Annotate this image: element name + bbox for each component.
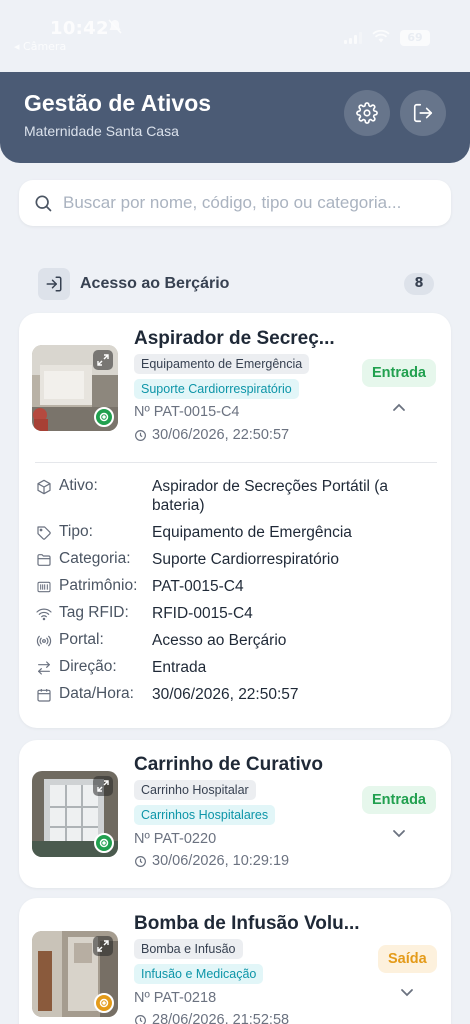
- detail-value: Aspirador de Secreções Portátil (a bater…: [152, 478, 389, 514]
- asset-code: Nº PAT-0218: [134, 990, 216, 1006]
- asset-category-tag: Carrinhos Hospitalares: [134, 805, 276, 825]
- page-title: Gestão de Ativos: [24, 90, 212, 116]
- detail-row-portal: Portal: Acesso ao Berçário: [35, 631, 435, 650]
- section-title: Acesso ao Berçário: [80, 275, 230, 292]
- asset-card[interactable]: Bomba de Infusão Volu... Bomba e Infusão…: [19, 898, 451, 1024]
- exit-status-dot-icon: [94, 993, 114, 1013]
- chevron-down-icon[interactable]: [397, 982, 417, 1002]
- detail-row-patrimonio: Patrimônio: PAT-0015-C4: [35, 577, 435, 596]
- clock-icon: [135, 1014, 146, 1024]
- calendar-icon: [35, 686, 53, 704]
- asset-photo[interactable]: [32, 345, 118, 431]
- chevron-up-icon[interactable]: [389, 397, 409, 417]
- direction-badge: Entrada: [362, 359, 436, 387]
- detail-label: Patrimônio:: [59, 577, 138, 594]
- asset-type-tag: Bomba e Infusão: [134, 939, 243, 959]
- asset-type-tag: Carrinho Hospitalar: [134, 780, 256, 800]
- detail-label: Direção:: [59, 658, 117, 675]
- logout-icon: [413, 103, 433, 123]
- asset-title: Aspirador de Secreç...: [134, 328, 335, 349]
- asset-datetime: 28/06/2026, 21:52:58: [134, 1012, 289, 1024]
- asset-datetime-text: 28/06/2026, 21:52:58: [152, 1012, 290, 1024]
- barcode-icon: [35, 578, 53, 596]
- gear-icon: [356, 102, 378, 124]
- logout-button[interactable]: [400, 90, 446, 136]
- asset-category-tag: Infusão e Medicação: [134, 964, 264, 984]
- broadcast-icon: [35, 632, 53, 650]
- entry-status-dot-icon: [94, 833, 114, 853]
- direction-badge: Saída: [378, 945, 437, 973]
- asset-code-text: Nº PAT-0220: [134, 831, 217, 847]
- detail-row-rfid: Tag RFID: RFID-0015-C4: [35, 604, 435, 623]
- arrows-icon: [35, 659, 53, 677]
- asset-photo[interactable]: [32, 931, 118, 1017]
- status-bar: 10:42 ◂ Câmera 69: [0, 0, 470, 72]
- asset-card[interactable]: Aspirador de Secreç... Equipamento de Em…: [19, 313, 451, 728]
- search-bar: [19, 180, 451, 226]
- status-indicators: 69: [344, 28, 430, 47]
- expand-image-icon[interactable]: [93, 350, 113, 370]
- expand-image-icon[interactable]: [93, 936, 113, 956]
- detail-value: PAT-0015-C4: [152, 578, 244, 595]
- detail-label: Tag RFID:: [59, 604, 129, 621]
- tag-icon: [35, 524, 53, 542]
- detail-label: Portal:: [59, 631, 104, 648]
- wifi-status-icon: [372, 28, 390, 47]
- detail-label: Ativo:: [59, 477, 98, 494]
- asset-photo[interactable]: [32, 771, 118, 857]
- detail-row-categoria: Categoria: Suporte Cardiorrespiratório: [35, 550, 435, 569]
- status-time: 10:42: [50, 18, 109, 39]
- cube-icon: [35, 478, 53, 496]
- signal-icon: [344, 31, 362, 44]
- detail-value: Equipamento de Emergência: [152, 524, 352, 541]
- portal-section-header[interactable]: Acesso ao Berçário 8: [38, 268, 434, 300]
- section-count-badge: 8: [404, 273, 434, 295]
- app-header: Gestão de Ativos Maternidade Santa Casa: [0, 72, 470, 163]
- detail-value: RFID-0015-C4: [152, 605, 253, 622]
- detail-row-tipo: Tipo: Equipamento de Emergência: [35, 523, 435, 542]
- asset-card[interactable]: Carrinho de Curativo Carrinho Hospitalar…: [19, 740, 451, 888]
- asset-title: Carrinho de Curativo: [134, 754, 323, 775]
- clock-icon: [135, 855, 146, 867]
- asset-category-tag: Suporte Cardiorrespiratório: [134, 379, 299, 399]
- search-icon: [35, 195, 52, 212]
- asset-code-text: Nº PAT-0218: [134, 990, 217, 1006]
- detail-label: Tipo:: [59, 523, 93, 540]
- detail-row-direcao: Direção: Entrada: [35, 658, 435, 677]
- detail-row-ativo: Ativo: Aspirador de Secreções Portátil (…: [35, 477, 435, 515]
- entry-status-dot-icon: [94, 407, 114, 427]
- search-input[interactable]: [63, 193, 443, 213]
- asset-code: Nº PAT-0015-C4: [134, 404, 240, 420]
- detail-value: Acesso ao Berçário: [152, 632, 287, 649]
- detail-value: Suporte Cardiorrespiratório: [152, 551, 339, 568]
- asset-type-tag: Equipamento de Emergência: [134, 354, 310, 374]
- wifi-icon: [35, 605, 53, 623]
- detail-value: Entrada: [152, 659, 207, 676]
- asset-datetime-text: 30/06/2026, 10:29:19: [152, 853, 290, 869]
- settings-button[interactable]: [344, 90, 390, 136]
- card-divider: [35, 462, 437, 463]
- detail-label: Categoria:: [59, 550, 131, 567]
- detail-value: 30/06/2026, 22:50:57: [152, 686, 299, 703]
- page-subtitle: Maternidade Santa Casa: [24, 123, 179, 139]
- detail-row-datahora: Data/Hora: 30/06/2026, 22:50:57: [35, 685, 435, 704]
- asset-datetime-text: 30/06/2026, 22:50:57: [152, 427, 290, 443]
- expand-image-icon[interactable]: [93, 776, 113, 796]
- chevron-down-icon[interactable]: [389, 823, 409, 843]
- asset-title: Bomba de Infusão Volu...: [134, 913, 360, 934]
- asset-code-text: Nº PAT-0015-C4: [134, 404, 240, 420]
- battery-indicator: 69: [400, 29, 430, 46]
- asset-code: Nº PAT-0220: [134, 831, 216, 847]
- detail-label: Data/Hora:: [59, 685, 134, 702]
- asset-datetime: 30/06/2026, 10:29:19: [134, 853, 289, 869]
- clock-icon: [135, 429, 146, 441]
- back-to-camera-link[interactable]: ◂ Câmera: [14, 40, 66, 53]
- portal-entry-icon: [38, 268, 70, 300]
- direction-badge: Entrada: [362, 786, 436, 814]
- asset-datetime: 30/06/2026, 22:50:57: [134, 427, 289, 443]
- bell-muted-icon: [108, 19, 122, 38]
- folder-icon: [35, 551, 53, 569]
